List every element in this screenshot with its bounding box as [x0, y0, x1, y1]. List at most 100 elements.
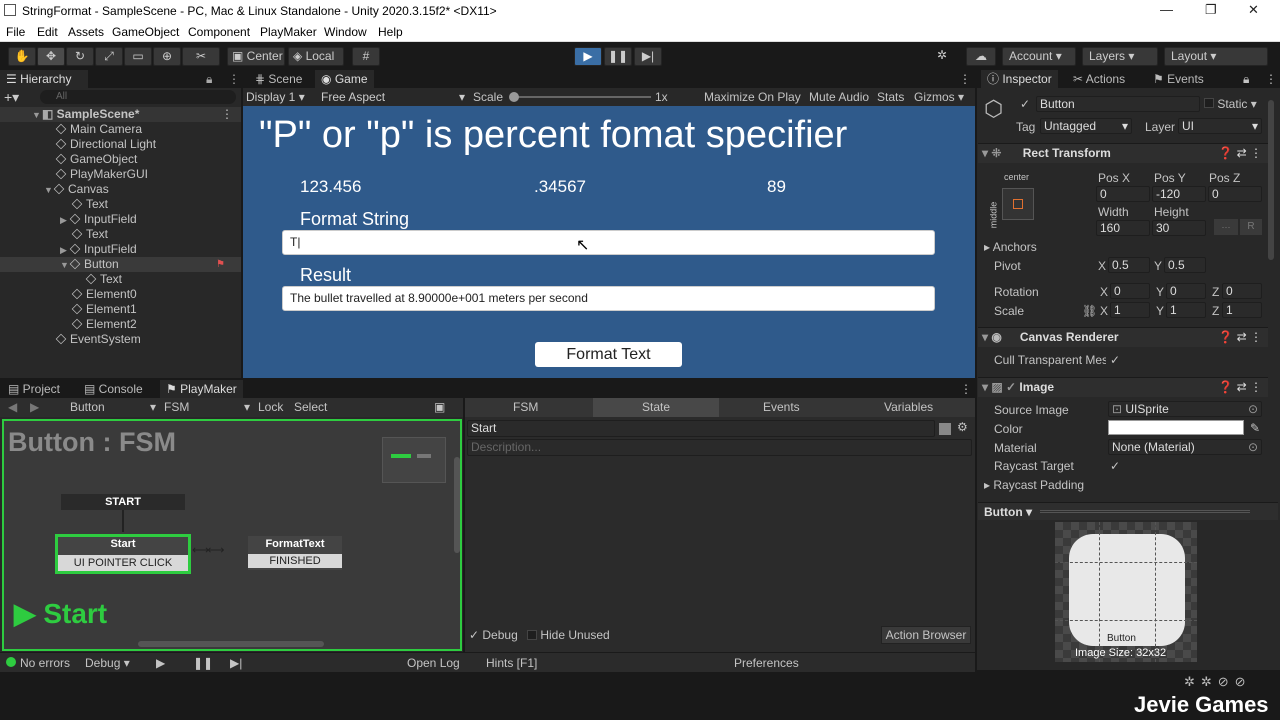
layer-dropdown[interactable]: UI ▾ — [1178, 118, 1262, 134]
hierarchy-item-element2[interactable]: Element2 — [71, 317, 137, 332]
menu-help[interactable]: Help — [378, 25, 403, 39]
transform-tool-icon[interactable]: ⊕ — [153, 47, 181, 66]
tab-fsm[interactable]: FSM — [513, 400, 538, 414]
tab-state[interactable]: State — [593, 398, 719, 417]
scale-slider-thumb[interactable] — [509, 92, 519, 102]
state-color-swatch[interactable] — [939, 423, 951, 435]
raw-edit-icon[interactable]: R — [1240, 219, 1262, 235]
custom-tool-icon[interactable]: ✂ — [182, 47, 220, 66]
result-output[interactable]: The bullet travelled at 8.90000e+001 met… — [282, 286, 935, 311]
bottom-menu-icon[interactable]: ⋮ — [960, 382, 972, 396]
lock-icon[interactable]: 🔒︎ — [206, 72, 212, 87]
stats-toggle[interactable]: Stats — [877, 90, 904, 104]
active-checkbox[interactable]: ✓ — [1020, 97, 1030, 111]
static-dropdown[interactable]: Static ▾ — [1204, 97, 1257, 111]
format-string-input[interactable]: T| — [282, 230, 935, 255]
menu-playmaker[interactable]: PlayMaker — [260, 25, 317, 39]
step-debug-icon[interactable]: ▶| — [230, 656, 242, 670]
move-tool-icon[interactable]: ✥ — [37, 47, 65, 66]
layers-dropdown[interactable]: Layers ▾ — [1082, 47, 1158, 66]
preview-dropdown[interactable]: Button ▾ — [984, 505, 1032, 519]
scale-x-input[interactable]: 1 — [1110, 302, 1150, 318]
hierarchy-item-gameobject[interactable]: GameObject — [55, 152, 137, 167]
scale-slider[interactable] — [509, 92, 651, 102]
hierarchy-item-element1[interactable]: Element1 — [71, 302, 137, 317]
hierarchy-item-inputfield[interactable]: ▶ InputField — [60, 212, 137, 227]
services-icon[interactable]: ✲ — [928, 47, 956, 66]
cloud-icon[interactable]: ☁ — [966, 47, 996, 66]
scale-y-input[interactable]: 1 — [1166, 302, 1206, 318]
hints-button[interactable]: Hints [F1] — [486, 656, 537, 670]
tab-project[interactable]: ▤ Project — [2, 380, 66, 398]
game-view[interactable]: "P" or "p" is percent fomat specifier 12… — [243, 106, 975, 378]
hand-tool-icon[interactable]: ✋ — [8, 47, 36, 66]
open-log-button[interactable]: Open Log — [407, 656, 460, 670]
anchor-preset-icon[interactable] — [1002, 188, 1034, 220]
state-formattext-event[interactable]: FINISHED — [248, 554, 342, 568]
canvas-renderer-header[interactable]: ▾ ◉ Canvas Renderer ❓ ⇄ ⋮ — [978, 327, 1268, 347]
tab-scene[interactable]: ⋕ Scene — [249, 70, 308, 88]
inspector-scrollbar[interactable] — [1268, 100, 1274, 260]
settings-gear-icon[interactable]: ⚙ — [957, 420, 968, 434]
inspector-menu-icon[interactable]: ⋮ — [1265, 72, 1277, 86]
posy-input[interactable]: -120 — [1152, 186, 1206, 202]
blueprint-mode-icon[interactable]: ⋯ — [1214, 219, 1238, 235]
tab-inspector[interactable]: ⓘ Inspector — [981, 70, 1058, 88]
color-swatch[interactable] — [1108, 420, 1244, 435]
hierarchy-item-main-camera[interactable]: Main Camera — [55, 122, 142, 137]
fsm-dropdown[interactable]: FSM ▾ — [164, 400, 250, 414]
aspect-dropdown[interactable]: Free Aspect ▾ — [321, 90, 465, 104]
pause-debug-icon[interactable]: ❚❚ — [193, 656, 213, 670]
hierarchy-item-text[interactable]: Text — [85, 272, 122, 287]
scale-z-input[interactable]: 1 — [1222, 302, 1262, 318]
component-menu-icons[interactable]: ❓ ⇄ ⋮ — [1218, 144, 1262, 163]
pivot-x-input[interactable]: 0.5 — [1108, 257, 1150, 273]
width-input[interactable]: 160 — [1096, 220, 1150, 236]
tab-actions[interactable]: ✂ Actions — [1067, 70, 1131, 88]
menu-assets[interactable]: Assets — [68, 25, 104, 39]
component-menu-icons[interactable]: ❓ ⇄ ⋮ — [1218, 378, 1262, 397]
hide-unused-checkbox[interactable]: Hide Unused — [527, 628, 610, 642]
display-dropdown[interactable]: Display 1 ▾ — [246, 90, 305, 104]
object-name-input[interactable]: Button — [1036, 96, 1200, 112]
rotate-tool-icon[interactable]: ↻ — [66, 47, 94, 66]
state-name-input[interactable]: Start — [467, 420, 935, 437]
state-formattext[interactable]: FormatText FINISHED — [248, 536, 342, 570]
tab-hierarchy[interactable]: ☰ Hierarchy — [0, 70, 88, 88]
image-header[interactable]: ▾ ▨ ✓ Image ❓ ⇄ ⋮ — [978, 377, 1268, 397]
action-browser-button[interactable]: Action Browser — [881, 626, 971, 644]
state-start[interactable]: Start UI POINTER CLICK — [55, 534, 191, 574]
preferences-button[interactable]: Preferences — [734, 656, 799, 670]
mute-audio-toggle[interactable]: Mute Audio — [809, 90, 869, 104]
back-arrow-icon[interactable]: ◀ — [8, 400, 17, 414]
tab-variables[interactable]: Variables — [884, 400, 933, 414]
tab-console[interactable]: ▤ Console — [78, 380, 149, 398]
forward-arrow-icon[interactable]: ▶ — [30, 400, 39, 414]
hierarchy-item-directional-light[interactable]: Directional Light — [55, 137, 156, 152]
errors-status[interactable]: No errors — [20, 656, 70, 670]
scene-root[interactable]: ▼◧ SampleScene* ⋮ — [0, 107, 241, 122]
debug-checkbox[interactable]: ✓ Debug — [469, 628, 518, 642]
anchors-foldout[interactable]: ▸ Anchors — [984, 240, 1037, 254]
hierarchy-item-eventsystem[interactable]: EventSystem — [55, 332, 141, 347]
source-image-field[interactable]: ⊡ UISprite ⊙ — [1108, 401, 1262, 417]
state-start-event[interactable]: UI POINTER CLICK — [58, 555, 188, 571]
preview-drag-handle[interactable] — [1040, 510, 1250, 513]
inspector-lock-icon[interactable]: 🔒︎ — [1243, 72, 1249, 87]
preview-header[interactable]: Button ▾ — [978, 502, 1278, 520]
hierarchy-item-text[interactable]: Text — [71, 227, 108, 242]
hierarchy-item-playmakergui[interactable]: PlayMakerGUI — [55, 167, 148, 182]
scale-tool-icon[interactable]: ⤢ — [95, 47, 123, 66]
play-debug-icon[interactable]: ▶ — [156, 656, 165, 670]
rotation-z-input[interactable]: 0 — [1222, 283, 1262, 299]
hierarchy-search-input[interactable]: All — [40, 90, 236, 104]
rotation-x-input[interactable]: 0 — [1110, 283, 1150, 299]
game-menu-icon[interactable]: ⋮ — [959, 72, 971, 86]
gizmos-dropdown[interactable]: Gizmos ▾ — [914, 90, 964, 104]
description-input[interactable]: Description... — [467, 439, 972, 456]
scale-link-icon[interactable]: ⛓ — [1082, 304, 1097, 318]
tab-playmaker[interactable]: ⚑ PlayMaker — [160, 380, 243, 398]
pivot-center-button[interactable]: ▣ Center — [227, 47, 285, 66]
maximize-button[interactable]: ❐ — [1205, 2, 1217, 18]
start-node[interactable]: START — [61, 494, 185, 510]
